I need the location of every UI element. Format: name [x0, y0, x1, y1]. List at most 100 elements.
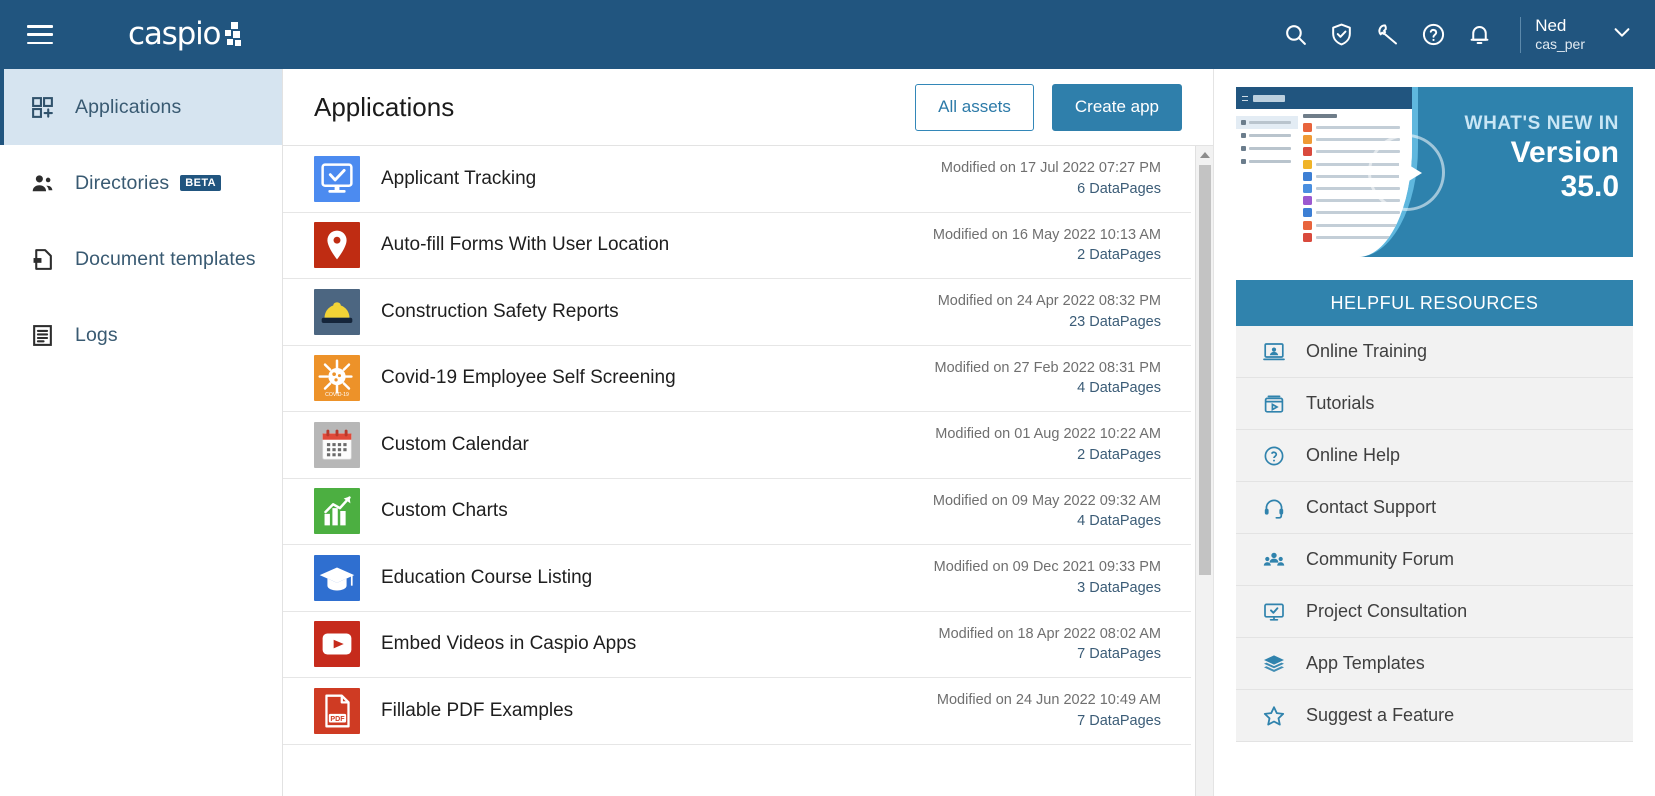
sidebar-item-directories[interactable]: Directories BETA — [0, 145, 282, 221]
app-datapages-count: 2 DataPages — [933, 245, 1161, 266]
preview-app-label — [1316, 126, 1400, 129]
preview-nav-icon — [1241, 159, 1246, 164]
resource-item-online-help[interactable]: Online Help — [1236, 430, 1633, 482]
resource-item-label: Tutorials — [1306, 393, 1374, 414]
table-row[interactable]: Embed Videos in Caspio Apps Modified on 1… — [283, 612, 1191, 679]
application-list: Applicant Tracking Modified on 17 Jul 202… — [283, 146, 1213, 796]
resource-item-label: App Templates — [1306, 653, 1425, 674]
preview-nav-icon — [1241, 146, 1246, 151]
app-name-link[interactable]: Fillable PDF Examples — [381, 700, 573, 722]
app-name-link[interactable]: Covid-19 Employee Self Screening — [381, 367, 676, 389]
star-icon — [1258, 704, 1290, 728]
shield-check-icon[interactable] — [1318, 12, 1364, 58]
graduation-cap-icon — [314, 555, 360, 601]
table-row[interactable]: Auto-fill Forms With User Location Modifi… — [283, 213, 1191, 280]
resource-item-suggest-a-feature[interactable]: Suggest a Feature — [1236, 690, 1633, 742]
users-icon — [27, 171, 57, 196]
resource-item-community-forum[interactable]: Community Forum — [1236, 534, 1633, 586]
table-row[interactable]: Education Course ListingModified on 09 D… — [283, 545, 1191, 612]
app-name-link[interactable]: Auto-fill Forms With User Location — [381, 234, 669, 256]
whats-new-video-banner[interactable]: WHAT'S NEW IN Version 35.0 — [1236, 87, 1633, 257]
app-name-link[interactable]: Custom Charts — [381, 500, 508, 522]
sidebar-item-applications[interactable]: Applications — [0, 69, 282, 145]
scroll-up-button[interactable] — [1196, 146, 1214, 163]
resource-item-app-templates[interactable]: App Templates — [1236, 638, 1633, 690]
help-circle-icon[interactable] — [1410, 12, 1456, 58]
sidebar-item-logs[interactable]: Logs — [0, 297, 282, 373]
table-row[interactable]: Custom ChartsModified on 09 May 2022 09:… — [283, 479, 1191, 546]
video-play-icon — [314, 621, 360, 667]
search-icon[interactable] — [1272, 12, 1318, 58]
pdf-file-icon: PDF — [314, 688, 360, 734]
community-people-icon — [1258, 548, 1290, 572]
wrench-icon[interactable] — [1364, 12, 1410, 58]
app-datapages-count: 4 DataPages — [933, 511, 1161, 532]
preview-app-label — [1316, 236, 1400, 239]
sidebar-item-document-templates[interactable]: Document templates — [0, 221, 282, 297]
app-meta: Modified on 24 Apr 2022 08:32 PM23 DataP… — [938, 291, 1181, 332]
user-menu[interactable]: Ned cas_per — [1535, 16, 1633, 53]
resource-item-label: Contact Support — [1306, 497, 1436, 518]
table-row[interactable]: COVID-19Covid-19 Employee Self Screening… — [283, 346, 1191, 413]
all-assets-button[interactable]: All assets — [915, 84, 1034, 131]
list-scrollbar[interactable] — [1195, 146, 1213, 796]
table-row[interactable]: Construction Safety Reports Modified on 2… — [283, 279, 1191, 346]
app-meta: Modified on 01 Aug 2022 10:22 AM2 DataPa… — [935, 424, 1181, 465]
preview-topbar — [1236, 87, 1412, 109]
beta-badge: BETA — [180, 175, 221, 191]
monitor-check-icon — [314, 156, 360, 202]
map-pin-icon — [314, 222, 360, 268]
chevron-down-icon[interactable] — [1611, 21, 1633, 48]
helpful-resources-list: Online Training Tutorials Online Help Conta… — [1236, 326, 1633, 742]
resource-item-online-training[interactable]: Online Training — [1236, 326, 1633, 378]
resource-item-contact-support[interactable]: Contact Support — [1236, 482, 1633, 534]
app-modified-date: Modified on 16 May 2022 10:13 AM — [933, 225, 1161, 246]
resource-item-label: Suggest a Feature — [1306, 705, 1454, 726]
app-meta: Modified on 18 Apr 2022 08:02 AM7 DataPa… — [939, 624, 1182, 665]
caspio-logo[interactable]: caspio — [128, 19, 244, 50]
app-datapages-count: 7 DataPages — [939, 644, 1162, 665]
app-datapages-count: 3 DataPages — [934, 578, 1161, 599]
right-sidebar: WHAT'S NEW IN Version 35.0 HELPFUL RESOU… — [1213, 69, 1655, 796]
preview-app-icon — [1303, 172, 1312, 181]
preview-sidebar — [1236, 109, 1298, 257]
preview-app-icon — [1303, 147, 1312, 156]
hamburger-menu-icon[interactable] — [27, 25, 53, 44]
app-name-link[interactable]: Education Course Listing — [381, 567, 592, 589]
app-modified-date: Modified on 18 Apr 2022 08:02 AM — [939, 624, 1162, 645]
app-name-link[interactable]: Construction Safety Reports — [381, 301, 619, 323]
resource-item-tutorials[interactable]: Tutorials — [1236, 378, 1633, 430]
app-name-link[interactable]: Applicant Tracking — [381, 168, 536, 190]
resource-item-project-consultation[interactable]: Project Consultation — [1236, 586, 1633, 638]
resource-item-label: Online Help — [1306, 445, 1400, 466]
table-row[interactable]: Applicant Tracking Modified on 17 Jul 202… — [283, 146, 1191, 213]
resource-item-label: Online Training — [1306, 341, 1427, 362]
user-name: Ned — [1535, 16, 1585, 36]
app-name-link[interactable]: Embed Videos in Caspio Apps — [381, 633, 636, 655]
preview-nav-icon — [1241, 133, 1246, 138]
scrollbar-thumb[interactable] — [1199, 165, 1211, 575]
table-row[interactable]: PDFFillable PDF ExamplesModified on 24 J… — [283, 678, 1191, 745]
preview-app-row — [1303, 233, 1408, 242]
app-meta: Modified on 16 May 2022 10:13 AM2 DataPa… — [933, 225, 1181, 266]
sidebar-item-label: Logs — [75, 324, 118, 347]
app-datapages-count: 23 DataPages — [938, 312, 1161, 333]
banner-version-word: Version — [1465, 137, 1619, 169]
preview-title — [1303, 114, 1337, 118]
preview-app-icon — [1303, 135, 1312, 144]
preview-nav-item — [1236, 129, 1298, 142]
play-button-icon[interactable] — [1368, 134, 1445, 211]
resource-item-label: Project Consultation — [1306, 601, 1467, 622]
sidebar-item-label: Document templates — [75, 248, 256, 271]
bell-icon[interactable] — [1456, 12, 1502, 58]
list-lines-icon — [27, 323, 57, 348]
app-modified-date: Modified on 17 Jul 2022 07:27 PM — [941, 158, 1161, 179]
preview-nav-item — [1236, 155, 1298, 168]
table-row[interactable]: Custom Calendar Modified on 01 Aug 2022 1… — [283, 412, 1191, 479]
app-name-link[interactable]: Custom Calendar — [381, 434, 529, 456]
preview-nav-icon — [1241, 120, 1246, 125]
preview-nav-label — [1249, 147, 1291, 150]
user-account: cas_per — [1535, 36, 1585, 53]
preview-nav-label — [1249, 121, 1291, 124]
create-app-button[interactable]: Create app — [1052, 84, 1182, 131]
